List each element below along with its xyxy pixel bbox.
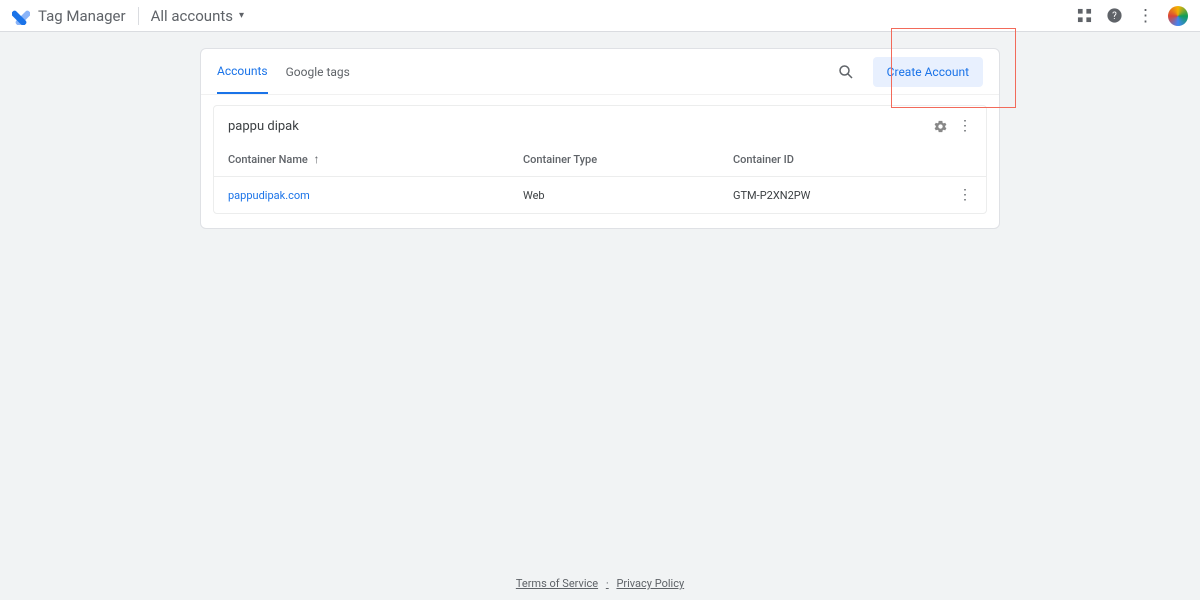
separator: · [606,577,609,590]
sort-asc-icon: ↑ [314,152,320,166]
accounts-card: Accounts Google tags Create Account papp… [200,48,1000,229]
help-icon[interactable]: ? [1106,7,1123,24]
terms-link[interactable]: Terms of Service [516,577,598,590]
container-type: Web [523,189,733,202]
app-header: Tag Manager All accounts ▾ ? ⋮ [0,0,1200,32]
user-avatar[interactable] [1168,6,1188,26]
header-left: Tag Manager All accounts ▾ [12,7,244,25]
settings-gear-icon[interactable] [933,119,948,134]
privacy-link[interactable]: Privacy Policy [616,577,684,590]
svg-text:?: ? [1112,11,1117,22]
create-account-button[interactable]: Create Account [873,57,983,87]
container-row: pappudipak.com Web GTM-P2XN2PW ⋮ [214,177,986,213]
product-name: Tag Manager [38,7,126,25]
col-container-id[interactable]: Container ID [733,153,952,166]
container-link[interactable]: pappudipak.com [228,189,523,202]
header-right: ? ⋮ [1077,6,1188,26]
tab-accounts[interactable]: Accounts [217,50,268,94]
search-icon[interactable] [837,63,855,81]
tag-manager-logo-icon [12,7,30,25]
footer: Terms of Service · Privacy Policy [0,577,1200,590]
col-container-name[interactable]: Container Name ↑ [228,152,523,166]
card-tabs: Accounts Google tags Create Account [201,49,999,95]
account-name: pappu dipak [228,119,933,134]
col-container-type[interactable]: Container Type [523,153,733,166]
divider [138,7,139,25]
row-more-icon[interactable]: ⋮ [952,187,972,203]
container-id: GTM-P2XN2PW [733,189,952,202]
containers-table-header: Container Name ↑ Container Type Containe… [214,142,986,177]
caret-down-icon: ▾ [239,10,244,21]
account-title-row: pappu dipak ⋮ [214,106,986,142]
account-selector[interactable]: All accounts ▾ [151,7,244,25]
more-vert-icon[interactable]: ⋮ [1137,6,1154,26]
account-selector-label: All accounts [151,7,233,25]
main: Accounts Google tags Create Account papp… [200,48,1000,229]
apps-icon[interactable] [1077,8,1092,23]
account-more-icon[interactable]: ⋮ [958,118,972,134]
tab-google-tags[interactable]: Google tags [286,51,350,93]
account-block: pappu dipak ⋮ Container Name ↑ Container… [213,105,987,214]
